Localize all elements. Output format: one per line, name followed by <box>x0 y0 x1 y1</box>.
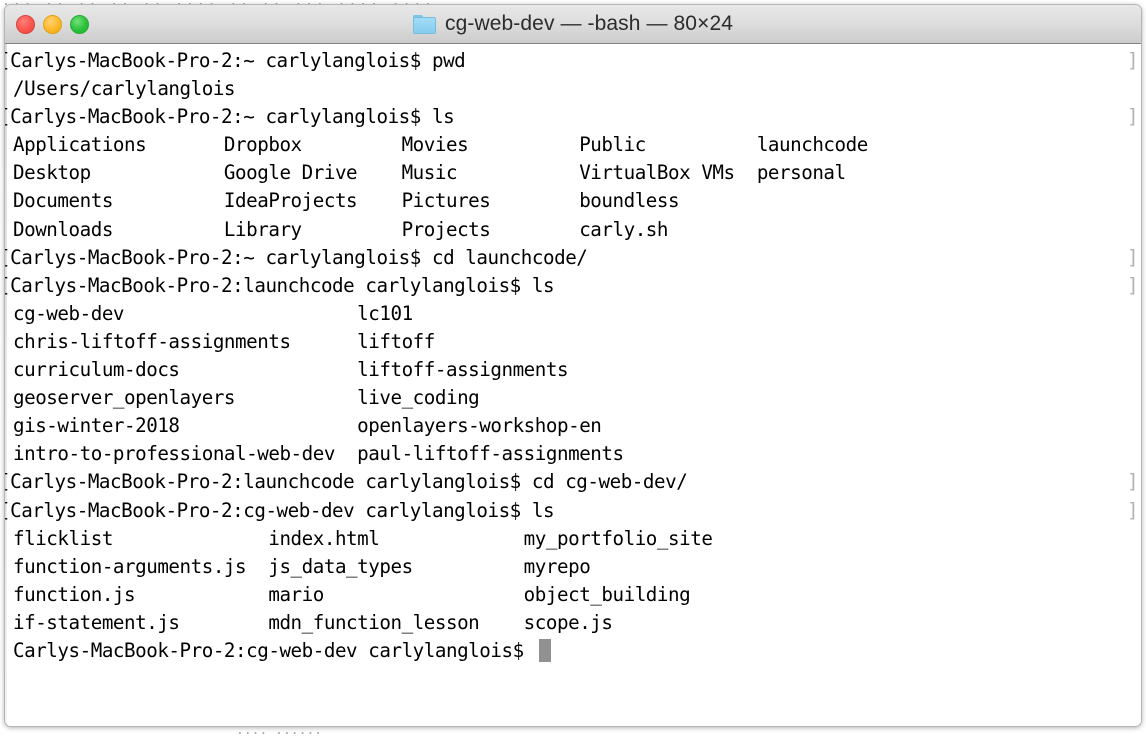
cropped-footer-artifact: .... ...... <box>0 728 1146 736</box>
minimize-button-icon[interactable] <box>43 15 62 34</box>
close-button-icon[interactable] <box>16 15 35 34</box>
desktop-background: ... .. .. .. .. .... .. .. ... .... ....… <box>0 0 1146 736</box>
terminal-output-line: Desktop Google Drive Music VirtualBox VM… <box>13 159 1141 187</box>
terminal-output-line: function.js mario object_building <box>13 581 1141 609</box>
terminal-output-line: chris-liftoff-assignments liftoff <box>13 328 1141 356</box>
terminal-output-line: gis-winter-2018 openlayers-workshop-en <box>13 412 1141 440</box>
terminal-output-line: if-statement.js mdn_function_lesson scop… <box>13 609 1141 637</box>
cropped-footer-artifact-text: .... ...... <box>236 728 322 736</box>
terminal-output-line: Documents IdeaProjects Pictures boundles… <box>13 187 1141 215</box>
terminal-output-line: Downloads Library Projects carly.sh <box>13 216 1141 244</box>
terminal-window: cg-web-dev — -bash — 80×24 [Carlys-MacBo… <box>4 4 1142 727</box>
terminal-output-line: curriculum-docs liftoff-assignments <box>13 356 1141 384</box>
terminal-output-line: flicklist index.html my_portfolio_site <box>13 525 1141 553</box>
terminal-output-line: /Users/carlylanglois <box>13 75 1141 103</box>
terminal-active-prompt-line[interactable]: Carlys-MacBook-Pro-2:cg-web-dev carlylan… <box>13 637 1141 665</box>
terminal-screen[interactable]: [Carlys-MacBook-Pro-2:~ carlylanglois$ p… <box>5 44 1141 727</box>
terminal-output-line: Applications Dropbox Movies Public launc… <box>13 131 1141 159</box>
window-controls <box>16 5 89 43</box>
terminal-prompt-line: [Carlys-MacBook-Pro-2:launchcode carlyla… <box>5 468 1141 496</box>
window-title: cg-web-dev — -bash — 80×24 <box>445 12 733 36</box>
terminal-prompt-line: [Carlys-MacBook-Pro-2:~ carlylanglois$ c… <box>5 244 1141 272</box>
terminal-prompt-line: [Carlys-MacBook-Pro-2:launchcode carlyla… <box>5 272 1141 300</box>
window-titlebar[interactable]: cg-web-dev — -bash — 80×24 <box>5 5 1141 44</box>
folder-icon <box>413 15 436 34</box>
zoom-button-icon[interactable] <box>70 15 89 34</box>
terminal-cursor <box>539 639 551 662</box>
terminal-output-line: cg-web-dev lc101 <box>13 300 1141 328</box>
terminal-prompt-line: [Carlys-MacBook-Pro-2:cg-web-dev carlyla… <box>5 497 1141 525</box>
terminal-output-line: intro-to-professional-web-dev paul-lifto… <box>13 440 1141 468</box>
terminal-output-line: geoserver_openlayers live_coding <box>13 384 1141 412</box>
window-title-area: cg-web-dev — -bash — 80×24 <box>413 12 733 36</box>
terminal-active-prompt-text: Carlys-MacBook-Pro-2:cg-web-dev carlylan… <box>13 639 535 662</box>
terminal-prompt-line: [Carlys-MacBook-Pro-2:~ carlylanglois$ l… <box>5 103 1141 131</box>
terminal-output: [Carlys-MacBook-Pro-2:~ carlylanglois$ p… <box>5 47 1141 665</box>
terminal-prompt-line: [Carlys-MacBook-Pro-2:~ carlylanglois$ p… <box>5 47 1141 75</box>
terminal-output-line: function-arguments.js js_data_types myre… <box>13 553 1141 581</box>
